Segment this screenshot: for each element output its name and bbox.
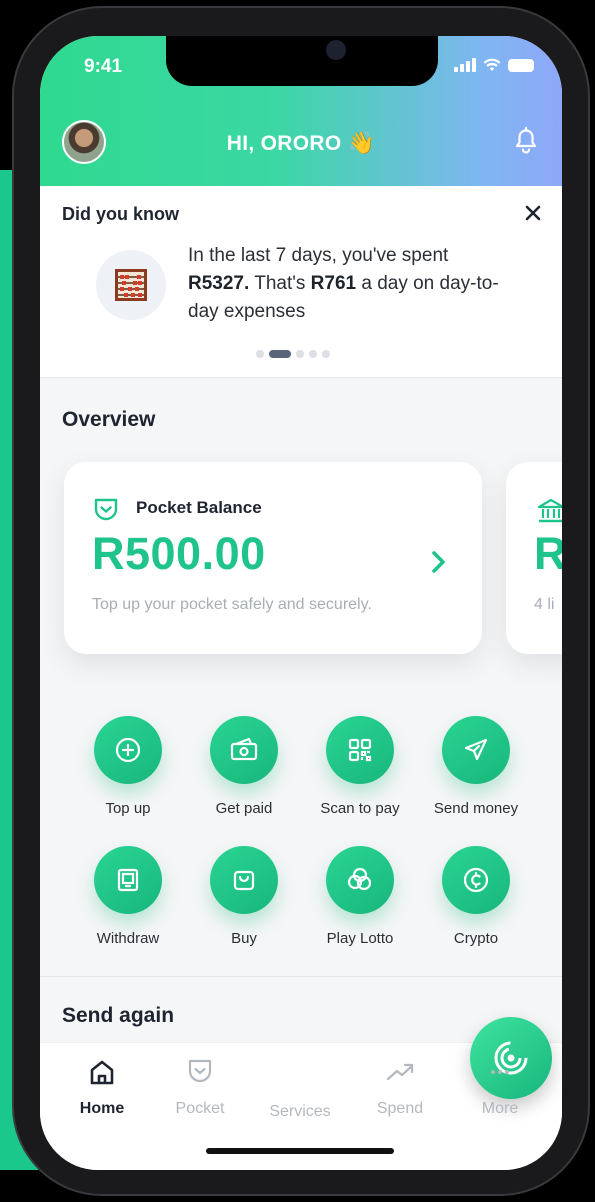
carousel-dots[interactable] [256, 350, 330, 358]
withdraw-button[interactable]: Withdraw [70, 846, 186, 947]
tab-home[interactable]: Home [52, 1057, 152, 1118]
dyk-text-1: In the last 7 days, you've spent [188, 245, 449, 266]
buy-button[interactable]: Buy [186, 846, 302, 947]
pocket-balance-subtitle: Top up your pocket safely and securely. [92, 596, 372, 613]
play-lotto-label: Play Lotto [326, 930, 394, 947]
qr-code-icon [326, 716, 394, 784]
carousel-dot[interactable] [322, 350, 330, 358]
cash-icon [210, 716, 278, 784]
scan-to-pay-label: Scan to pay [320, 800, 400, 817]
lotto-balls-icon [326, 846, 394, 914]
dyk-text-2: That's [249, 273, 311, 294]
greeting-text: HI, ORORO [226, 132, 342, 155]
did-you-know-card: Did you know In the last 7 days, you've … [40, 186, 562, 378]
send-money-label: Send money [433, 800, 519, 817]
pocket-balance-label: Pocket Balance [136, 498, 262, 517]
get-paid-button[interactable]: Get paid [186, 716, 302, 817]
buy-label: Buy [231, 930, 257, 947]
tab-pocket[interactable]: Pocket [150, 1057, 250, 1118]
send-money-button[interactable]: Send money [418, 716, 534, 817]
carousel-dot[interactable] [309, 350, 317, 358]
bank-card-subtitle: 4 li [534, 596, 555, 613]
home-icon [90, 1060, 114, 1085]
tab-services-label: Services [269, 1103, 331, 1120]
divider [40, 976, 562, 977]
bank-card[interactable]: R 4 li [506, 462, 562, 654]
pocket-balance-amount: R500.00 [92, 528, 266, 579]
abacus-icon [96, 250, 166, 320]
chevron-right-icon[interactable] [426, 548, 450, 576]
scan-to-pay-button[interactable]: Scan to pay [302, 716, 418, 817]
app-screen: 9:41 HI, ORORO 👋 Did you know In the las… [40, 36, 562, 1170]
notch [166, 36, 438, 86]
pocket-icon [188, 1059, 212, 1083]
shopping-bag-icon [210, 846, 278, 914]
more-dots-icon [491, 1070, 509, 1074]
close-button[interactable] [518, 198, 548, 228]
tab-services[interactable]: Services [250, 1017, 552, 1121]
did-you-know-title: Did you know [62, 204, 179, 224]
trend-up-icon [386, 1063, 414, 1081]
crypto-label: Crypto [453, 930, 499, 947]
carousel-dot[interactable] [256, 350, 264, 358]
header: 9:41 HI, ORORO 👋 [40, 36, 562, 186]
paper-plane-icon [442, 716, 510, 784]
get-paid-label: Get paid [215, 800, 273, 817]
dyk-amount-spent: R5327. [188, 273, 250, 294]
battery-icon [508, 58, 534, 72]
withdraw-label: Withdraw [96, 930, 160, 947]
tab-spend[interactable]: Spend [350, 1057, 450, 1118]
plus-circle-icon [94, 716, 162, 784]
overview-title: Overview [62, 408, 156, 431]
home-indicator[interactable] [206, 1148, 394, 1154]
signal-icon [454, 58, 476, 72]
crypto-coin-icon [442, 846, 510, 914]
greeting: HI, ORORO 👋 [40, 130, 562, 156]
carousel-dot[interactable] [296, 350, 304, 358]
status-icons [454, 58, 534, 72]
tab-pocket-label: Pocket [175, 1100, 225, 1117]
wifi-icon [483, 58, 501, 71]
play-lotto-button[interactable]: Play Lotto [302, 846, 418, 947]
carousel-dot-active[interactable] [269, 350, 291, 358]
pocket-balance-card[interactable]: Pocket Balance R500.00 Top up your pocke… [64, 462, 482, 654]
bank-icon [537, 498, 562, 523]
crypto-button[interactable]: Crypto [418, 846, 534, 947]
atm-icon [94, 846, 162, 914]
did-you-know-text: In the last 7 days, you've spent R5327. … [188, 242, 508, 326]
top-up-label: Top up [105, 800, 151, 817]
bell-icon[interactable] [512, 124, 540, 154]
top-up-button[interactable]: Top up [70, 716, 186, 817]
tab-home-label: Home [79, 1100, 125, 1117]
dyk-daily-amount: R761 [310, 273, 357, 294]
tab-more-label: More [481, 1100, 519, 1117]
status-time: 9:41 [84, 56, 123, 77]
tab-spend-label: Spend [376, 1100, 424, 1117]
send-again-title: Send again [62, 1004, 175, 1027]
close-icon [525, 205, 541, 221]
tab-more[interactable]: More [450, 1057, 550, 1118]
pocket-icon [94, 498, 118, 521]
wave-emoji: 👋 [347, 130, 376, 155]
camera [326, 40, 346, 60]
bank-balance-amount: R [534, 528, 562, 579]
